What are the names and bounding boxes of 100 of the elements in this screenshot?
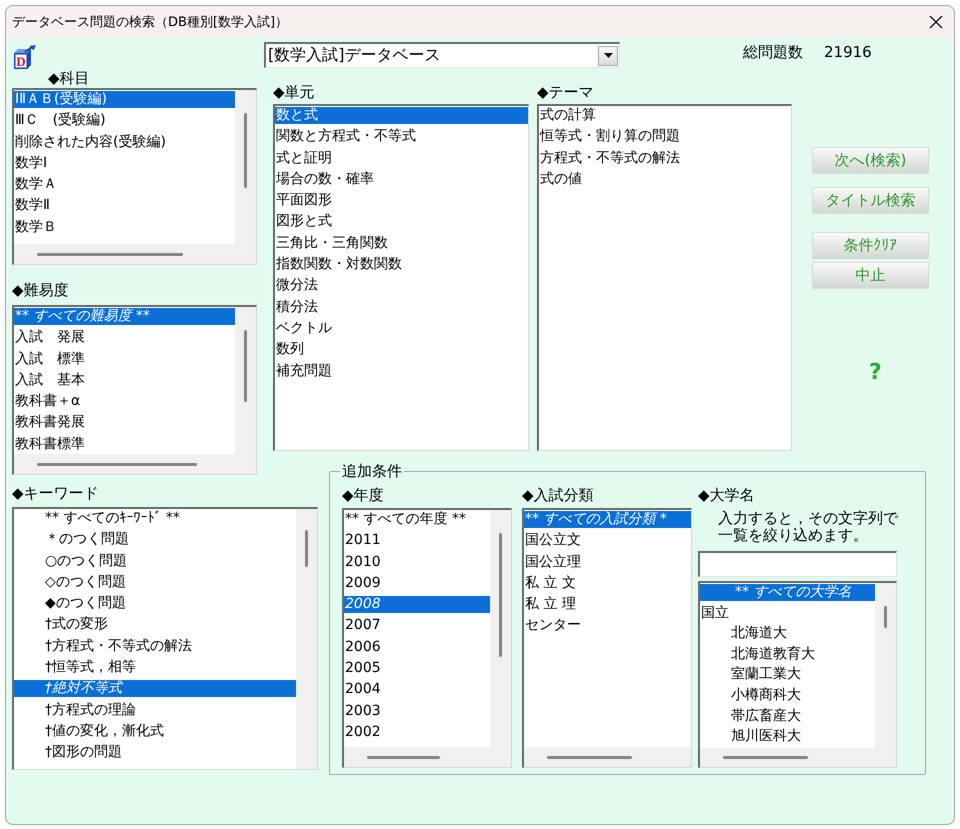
list-item[interactable]: †方程式・不等式の解法	[14, 638, 296, 655]
list-item[interactable]: 入試 標準	[14, 350, 235, 368]
scrollbar-thumb[interactable]	[499, 533, 502, 657]
list-item[interactable]: †式の変形	[14, 616, 296, 634]
scrollbar-thumb[interactable]	[547, 756, 632, 758]
list-item[interactable]: 関数と方程式・不等式	[275, 128, 528, 146]
list-item[interactable]: 2006	[344, 638, 490, 656]
list-panel[interactable]: 式の計算 恒等式・割り算の問題 方程式・不等式の解法 式の値	[537, 104, 792, 451]
list-item[interactable]: 北海道大	[700, 625, 875, 642]
list-item[interactable]: ** すべての大学名	[700, 584, 875, 601]
list-item[interactable]: 北海道教育大	[700, 646, 875, 663]
list-item[interactable]: 私 立 理	[524, 596, 691, 614]
list-item[interactable]: †恒等式，相等	[14, 659, 296, 676]
section-label: ◆科目	[48, 70, 90, 87]
list-item[interactable]: ** すべての年度 **	[344, 511, 490, 528]
list-item[interactable]: 2010	[344, 554, 490, 571]
list-panel[interactable]: 数と式 関数と方程式・不等式 式と証明 場合の数・確率 平面図形 図形と式 三角比・三角関数 指数関数・対数関数 微分法 積分法 ベクトル 数列 補充問題	[273, 104, 529, 451]
list-item[interactable]: 教科書標準	[14, 436, 235, 453]
scrollbar-thumb[interactable]	[244, 330, 247, 402]
total-count-value: 21916	[824, 44, 872, 61]
list-item[interactable]: 三角比・三角関数	[275, 234, 528, 252]
list-item[interactable]: 数学Ⅰ	[14, 154, 235, 172]
scrollbar-thumb[interactable]	[305, 530, 308, 567]
list-item[interactable]: ◆のつく問題	[14, 595, 296, 612]
list-item[interactable]: ** すべてのｷｰﾜｰﾄﾞ **	[14, 510, 296, 527]
list-item[interactable]: 数と式	[275, 107, 528, 124]
list-item[interactable]: †方程式の理論	[14, 702, 296, 719]
hint-text: 入力すると，その文字列で一覧を絞り込めます。	[718, 510, 900, 543]
database-dropdown[interactable]: [数学入試]データベース	[264, 42, 620, 68]
list-item[interactable]: 2009	[344, 574, 490, 592]
list-item[interactable]: ⅢＣ (受験編)	[14, 112, 235, 130]
list-item[interactable]: 2007	[344, 617, 490, 634]
scrollbar-thumb[interactable]	[37, 462, 197, 466]
scrollbar-thumb[interactable]	[244, 113, 247, 188]
list-item[interactable]: センター	[524, 617, 691, 634]
list-item[interactable]: 数列	[275, 341, 528, 358]
list-item[interactable]: 教科書＋α	[14, 393, 235, 410]
list-item[interactable]: ⅠⅡＡＢ(受験編)	[14, 91, 235, 108]
scrollbar-thumb[interactable]	[723, 756, 808, 759]
group-title: 追加条件	[341, 463, 403, 479]
list-item[interactable]: 微分法	[275, 277, 528, 294]
section-label: ◆単元	[273, 84, 315, 101]
list-item[interactable]: 旭川医科大	[700, 728, 875, 746]
close-icon	[929, 15, 943, 29]
list-panel[interactable]: ** すべての入試分類 * 国公立文 国公立理 私 立 文 私 立 理 センター	[522, 508, 692, 768]
list-item[interactable]: 指数関数・対数関数	[275, 256, 528, 274]
list-item[interactable]: ○のつく問題	[14, 552, 296, 570]
list-item[interactable]: 平面図形	[275, 192, 528, 210]
list-item[interactable]: 2003	[344, 702, 490, 720]
list-item[interactable]: 場合の数・確率	[275, 170, 528, 188]
list-panel[interactable]: ** すべての難易度 ** 入試 発展 入試 標準 入試 基本 教科書＋α 教科書発展 教科書標準	[12, 305, 257, 475]
list-item[interactable]: 方程式・不等式の解法	[539, 150, 791, 167]
list-item[interactable]: 国立	[700, 604, 875, 622]
list-item[interactable]: 国公立文	[524, 532, 691, 550]
list-panel[interactable]: ** すべてのｷｰﾜｰﾄﾞ ** ＊のつく問題 ○のつく問題 ◇のつく問題 ◆のつく問題 †式の変形 †方程式・不等式の解法 †恒等式，相等 †絶対不等式 †方程式の理論 †値の変化，漸化式 †図形の問題	[12, 507, 318, 770]
list-item[interactable]: 積分法	[275, 298, 528, 316]
list-item[interactable]: 小樽商科大	[700, 686, 875, 704]
list-item[interactable]: 2004	[344, 681, 490, 698]
list-item[interactable]: 削除された内容(受験編)	[14, 134, 235, 151]
dropdown-button[interactable]	[598, 46, 618, 66]
list-item[interactable]: ＊のつく問題	[14, 531, 296, 548]
university-search-field[interactable]	[698, 551, 897, 577]
list-item[interactable]: 教科書発展	[14, 414, 235, 432]
list-item[interactable]: 2011	[344, 532, 490, 550]
list-item[interactable]: 恒等式・割り算の問題	[539, 128, 791, 146]
list-item[interactable]: 式と証明	[275, 150, 528, 167]
close-button[interactable]	[929, 15, 943, 29]
scrollbar-thumb[interactable]	[367, 756, 440, 758]
list-item[interactable]: 式の計算	[539, 107, 791, 124]
list-item[interactable]: 私 立 文	[524, 574, 691, 592]
list-item[interactable]: 2008	[344, 596, 490, 614]
list-item[interactable]: 補充問題	[275, 362, 528, 380]
section-label: ◆年度	[342, 487, 384, 504]
section-label: ◆入試分類	[522, 487, 594, 504]
list-item[interactable]: ** すべての難易度 **	[14, 308, 235, 325]
list-item[interactable]: ** すべての入試分類 *	[524, 511, 691, 528]
list-item[interactable]: 国公立理	[524, 554, 691, 571]
list-item[interactable]: 入試 基本	[14, 372, 235, 389]
section-label: ◆テーマ	[537, 84, 594, 101]
list-item[interactable]: †絶対不等式	[14, 680, 296, 698]
list-panel[interactable]: ** すべての大学名 国立 北海道大 北海道教育大 室蘭工業大 小樽商科大 帯広畜産大 旭川医科大	[698, 581, 897, 768]
list-item[interactable]: 帯広畜産大	[700, 708, 875, 725]
list-item[interactable]: 室蘭工業大	[700, 666, 875, 684]
list-item[interactable]: †図形の問題	[14, 744, 296, 762]
list-item[interactable]: 2005	[344, 660, 490, 678]
scrollbar-thumb[interactable]	[884, 606, 887, 628]
list-item[interactable]: 数学Ｂ	[14, 218, 235, 236]
list-item[interactable]: 2002	[344, 724, 490, 741]
list-panel[interactable]: ** すべての年度 ** 2011 2010 2009 2008 2007 2006 2005 2004 2003 2002	[342, 508, 512, 768]
scrollbar-thumb[interactable]	[37, 252, 183, 256]
list-item[interactable]: 入試 発展	[14, 329, 235, 346]
list-item[interactable]: 数学Ⅱ	[14, 197, 235, 214]
list-item[interactable]: ベクトル	[275, 320, 528, 337]
list-item[interactable]: 数学Ａ	[14, 176, 235, 194]
list-item[interactable]: 図形と式	[275, 213, 528, 230]
list-panel[interactable]: ⅠⅡＡＢ(受験編) ⅢＣ (受験編) 削除された内容(受験編) 数学Ⅰ 数学Ａ 数学Ⅱ 数学Ｂ	[12, 88, 257, 265]
list-item[interactable]: ◇のつく問題	[14, 574, 296, 591]
list-item[interactable]: †値の変化，漸化式	[14, 722, 296, 740]
list-item[interactable]: 式の値	[539, 170, 791, 188]
window-title: データベース問題の検索（DB種別[数学入試]）	[12, 14, 290, 31]
